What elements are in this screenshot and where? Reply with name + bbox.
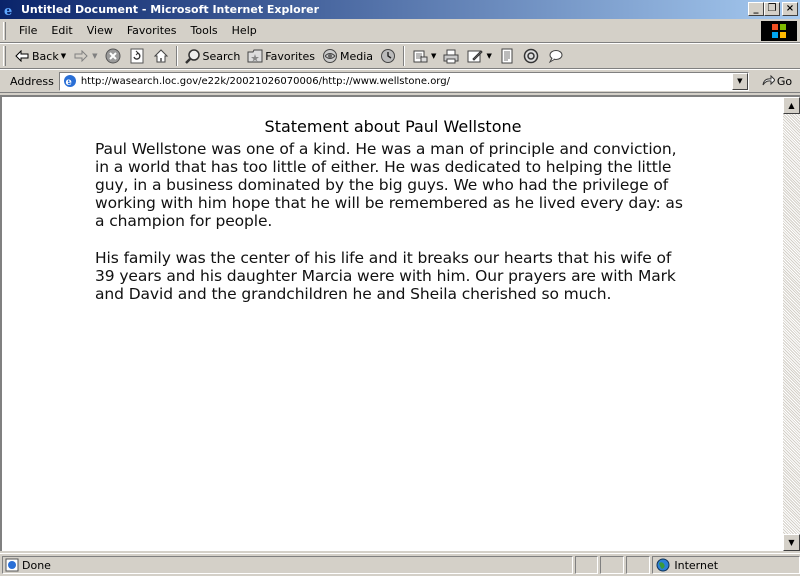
research-button[interactable] — [543, 45, 567, 67]
ie-logo-icon: e — [2, 2, 18, 18]
print-button[interactable] — [439, 45, 463, 67]
forward-arrow-icon — [72, 47, 90, 65]
address-bar: Address e http://wasearch.loc.gov/e22k/2… — [0, 69, 800, 93]
toolbar-separator — [403, 46, 406, 66]
forward-dropdown-icon[interactable]: ▼ — [92, 52, 97, 60]
go-arrow-icon — [761, 75, 775, 87]
back-button[interactable]: Back ▼ — [10, 45, 69, 67]
status-bar: Done Internet — [0, 553, 800, 576]
refresh-icon — [128, 47, 146, 65]
menu-bar: File Edit View Favorites Tools Help — [0, 19, 800, 43]
toolbar-separator — [175, 46, 178, 66]
go-button[interactable]: Go — [761, 75, 792, 88]
globe-icon — [656, 558, 670, 572]
go-label: Go — [776, 74, 793, 88]
svg-text:e: e — [65, 77, 71, 88]
media-label: Media — [340, 49, 374, 63]
stop-icon — [104, 47, 122, 65]
minimize-button[interactable]: _ — [748, 2, 764, 16]
edit-button[interactable]: ▼ — [463, 45, 494, 67]
standard-toolbar: Back ▼ ▼ Search Favorites Media ▼ ▼ — [0, 43, 800, 69]
printer-icon — [442, 47, 460, 65]
window-title: Untitled Document - Microsoft Internet E… — [21, 3, 320, 16]
address-label: Address — [10, 74, 54, 88]
page-title: Statement about Paul Wellstone — [264, 117, 522, 136]
done-page-icon — [5, 558, 19, 572]
messenger-button[interactable] — [519, 45, 543, 67]
history-icon — [379, 47, 397, 65]
messenger-icon — [522, 47, 540, 65]
forward-button[interactable]: ▼ — [69, 45, 100, 67]
menu-view[interactable]: View — [80, 24, 120, 37]
discuss-button[interactable] — [495, 45, 519, 67]
maximize-button[interactable]: ❐ — [764, 2, 780, 16]
page-content: Statement about Paul Wellstone Paul Well… — [2, 97, 782, 551]
menu-edit[interactable]: Edit — [44, 24, 79, 37]
edit-pencil-icon — [466, 47, 484, 65]
status-panel: Done — [2, 556, 573, 574]
search-button[interactable]: Search — [181, 45, 244, 67]
stop-button[interactable] — [101, 45, 125, 67]
title-bar: e Untitled Document - Microsoft Internet… — [0, 0, 800, 19]
status-cell — [626, 556, 651, 574]
refresh-button[interactable] — [125, 45, 149, 67]
scroll-up-button[interactable]: ▲ — [783, 97, 800, 114]
mail-button[interactable]: ▼ — [408, 45, 439, 67]
menu-favorites[interactable]: Favorites — [120, 24, 184, 37]
search-icon — [184, 47, 202, 65]
status-cell — [574, 556, 599, 574]
back-dropdown-icon[interactable]: ▼ — [61, 52, 66, 60]
toolbar-grip — [3, 46, 6, 66]
mail-icon — [411, 47, 429, 65]
body-paragraph: His family was the center of his life an… — [95, 249, 676, 303]
back-label: Back — [32, 49, 59, 63]
status-text: Done — [22, 558, 51, 572]
address-input[interactable]: e http://wasearch.loc.gov/e22k/200210260… — [58, 71, 749, 91]
favorites-label: Favorites — [265, 49, 315, 63]
zone-label: Internet — [674, 558, 719, 572]
window-controls: _ ❐ × — [748, 2, 798, 16]
home-button[interactable] — [149, 45, 173, 67]
svg-text:e: e — [4, 4, 12, 17]
menu-file[interactable]: File — [12, 24, 44, 37]
history-button[interactable] — [376, 45, 400, 67]
chat-bubble-icon — [546, 47, 564, 65]
back-arrow-icon — [13, 47, 31, 65]
edit-dropdown-icon[interactable]: ▼ — [486, 52, 491, 60]
menu-grip — [3, 21, 6, 40]
favorites-folder-icon — [246, 47, 264, 65]
windows-logo-icon — [761, 21, 797, 41]
search-label: Search — [202, 49, 241, 63]
menu-tools[interactable]: Tools — [184, 24, 225, 37]
close-button[interactable]: × — [782, 2, 798, 16]
page-viewport: Statement about Paul Wellstone Paul Well… — [0, 95, 800, 551]
favorites-button[interactable]: Favorites — [243, 45, 318, 67]
address-dropdown-icon[interactable]: ▼ — [731, 72, 748, 90]
media-button[interactable]: Media — [318, 45, 376, 67]
vertical-scrollbar[interactable]: ▲ ▼ — [783, 97, 800, 551]
status-cell — [600, 556, 625, 574]
media-icon — [321, 47, 339, 65]
page-icon: e — [62, 73, 78, 89]
security-zone: Internet — [652, 556, 800, 574]
address-url[interactable]: http://wasearch.loc.gov/e22k/20021026070… — [81, 76, 450, 87]
scroll-down-button[interactable]: ▼ — [783, 534, 800, 551]
discuss-icon — [498, 47, 516, 65]
mail-dropdown-icon[interactable]: ▼ — [431, 52, 436, 60]
body-paragraph: Paul Wellstone was one of a kind. He was… — [95, 140, 683, 230]
menu-help[interactable]: Help — [225, 24, 264, 37]
home-icon — [152, 47, 170, 65]
